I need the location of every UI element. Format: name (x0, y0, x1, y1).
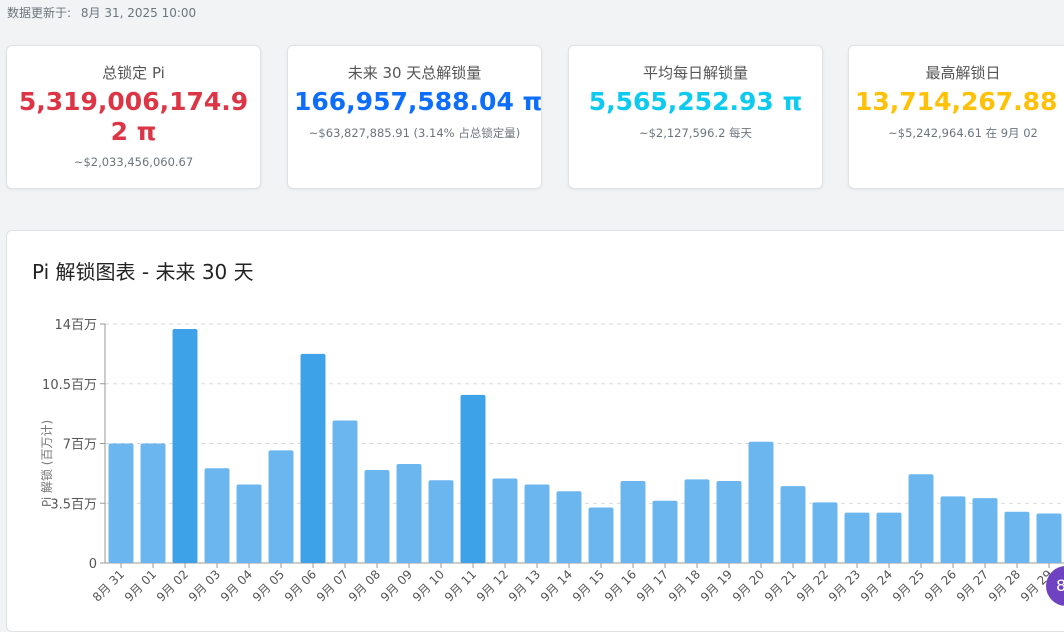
x-tick-label: 9月 02 (154, 567, 191, 604)
bar (460, 394, 486, 563)
x-tick-label: 9月 06 (282, 567, 319, 604)
x-tick-label: 9月 16 (602, 567, 639, 604)
bar (140, 443, 166, 563)
x-tick-label: 9月 23 (826, 567, 863, 604)
bar (844, 512, 870, 563)
last-updated: 数据更新于: 8月 31, 2025 10:00 (7, 4, 202, 21)
x-tick-label: 9月 28 (986, 567, 1023, 604)
bar (364, 469, 390, 563)
bar (524, 484, 550, 563)
card-value: 166,957,588.04 π (294, 87, 542, 116)
x-tick-label: 9月 19 (698, 567, 735, 604)
card-subvalue: ~$5,242,964.61 在 9月 02 (888, 126, 1038, 140)
card-title: 最高解锁日 (925, 64, 1001, 82)
card-title: 未来 30 天总解锁量 (347, 64, 482, 82)
x-tick-label: 9月 12 (474, 567, 511, 604)
bar (172, 328, 198, 563)
x-tick-label: 9月 26 (922, 567, 959, 604)
card-total-locked: 总锁定 Pi 5,319,006,174.92 π ~$2,033,456,06… (6, 45, 261, 189)
bar (428, 480, 454, 563)
card-daily-average: 平均每日解锁量 5,565,252.93 π ~$2,127,596.2 每天 (568, 45, 823, 189)
x-tick-label: 9月 27 (954, 567, 991, 604)
card-subvalue: ~$2,033,456,060.67 (73, 155, 194, 169)
bar (876, 512, 902, 563)
card-title: 平均每日解锁量 (642, 64, 748, 82)
card-value: 5,319,006,174.92 π (18, 87, 249, 146)
x-tick-label: 9月 01 (122, 567, 159, 604)
bar (204, 468, 230, 563)
x-tick-label: 8月 31 (90, 567, 127, 604)
card-peak-day: 最高解锁日 13,714,267.88 π ~$5,242,964.61 在 9… (848, 45, 1064, 189)
bar (684, 479, 710, 563)
x-tick-label: 9月 05 (250, 567, 287, 604)
bar (620, 481, 646, 563)
x-tick-label: 9月 24 (858, 567, 895, 604)
bar (780, 486, 806, 563)
x-tick-label: 9月 07 (314, 567, 351, 604)
card-title: 总锁定 Pi (102, 64, 165, 82)
bar (268, 450, 294, 563)
x-tick-label: 9月 18 (666, 567, 703, 604)
card-subvalue: ~$2,127,596.2 每天 (638, 126, 753, 140)
y-tick-label: 10.5百万 (42, 378, 97, 393)
bar (556, 491, 582, 563)
x-tick-label: 9月 11 (442, 567, 479, 604)
y-tick-label: 7百万 (63, 438, 97, 453)
x-tick-label: 9月 10 (410, 567, 447, 604)
unlock-bar-chart: 0 3.5百万 7百万 10.5百万 14百万 Pi 解锁 (百万计) 8月 319月 01… (39, 318, 1064, 605)
bar (908, 474, 934, 563)
x-tick-label: 9月 22 (794, 567, 831, 604)
bar (108, 443, 134, 563)
x-tick-label: 9月 17 (634, 567, 671, 604)
x-tick-label: 9月 13 (506, 567, 543, 604)
x-tick-label: 9月 25 (890, 567, 927, 604)
bar (652, 500, 678, 563)
bar (332, 420, 358, 563)
bar (972, 498, 998, 563)
y-axis-label: Pi 解锁 (百万计) (39, 420, 54, 507)
card-value: 5,565,252.93 π (588, 87, 803, 116)
chart-card: Pi 解锁图表 - 未来 30 天 0 3.5百万 7百万 10.5百万 14百万 Pi … (6, 230, 1064, 632)
x-tick-label: 9月 04 (218, 567, 255, 604)
card-value: 13,714,267.88 π (855, 87, 1064, 116)
y-tick-label: 14百万 (54, 318, 97, 333)
updated-label: 数据更新于: (7, 6, 72, 20)
bar (236, 484, 262, 563)
bar (812, 502, 838, 563)
x-tick-label: 9月 21 (762, 567, 799, 604)
bar (748, 441, 774, 563)
x-tick-label: 9月 20 (730, 567, 767, 604)
bar (1004, 511, 1030, 563)
card-30day-unlock: 未来 30 天总解锁量 166,957,588.04 π ~$63,827,88… (287, 45, 542, 189)
x-tick-label: 9月 15 (570, 567, 607, 604)
y-tick-label: 0 (89, 557, 97, 572)
bar (716, 481, 742, 563)
x-tick-label: 9月 03 (186, 567, 223, 604)
bar (588, 507, 614, 563)
updated-value: 8月 31, 2025 10:00 (80, 6, 197, 20)
bar (940, 496, 966, 563)
bar (300, 353, 326, 563)
y-tick-label: 3.5百万 (50, 497, 97, 512)
x-tick-label: 9月 14 (538, 567, 575, 604)
bar (1036, 513, 1062, 563)
bar (396, 463, 422, 563)
x-tick-label: 9月 08 (346, 567, 383, 604)
x-tick-label: 9月 09 (378, 567, 415, 604)
bar (492, 478, 518, 563)
card-subvalue: ~$63,827,885.91 (3.14% 占总锁定量) (308, 126, 521, 140)
